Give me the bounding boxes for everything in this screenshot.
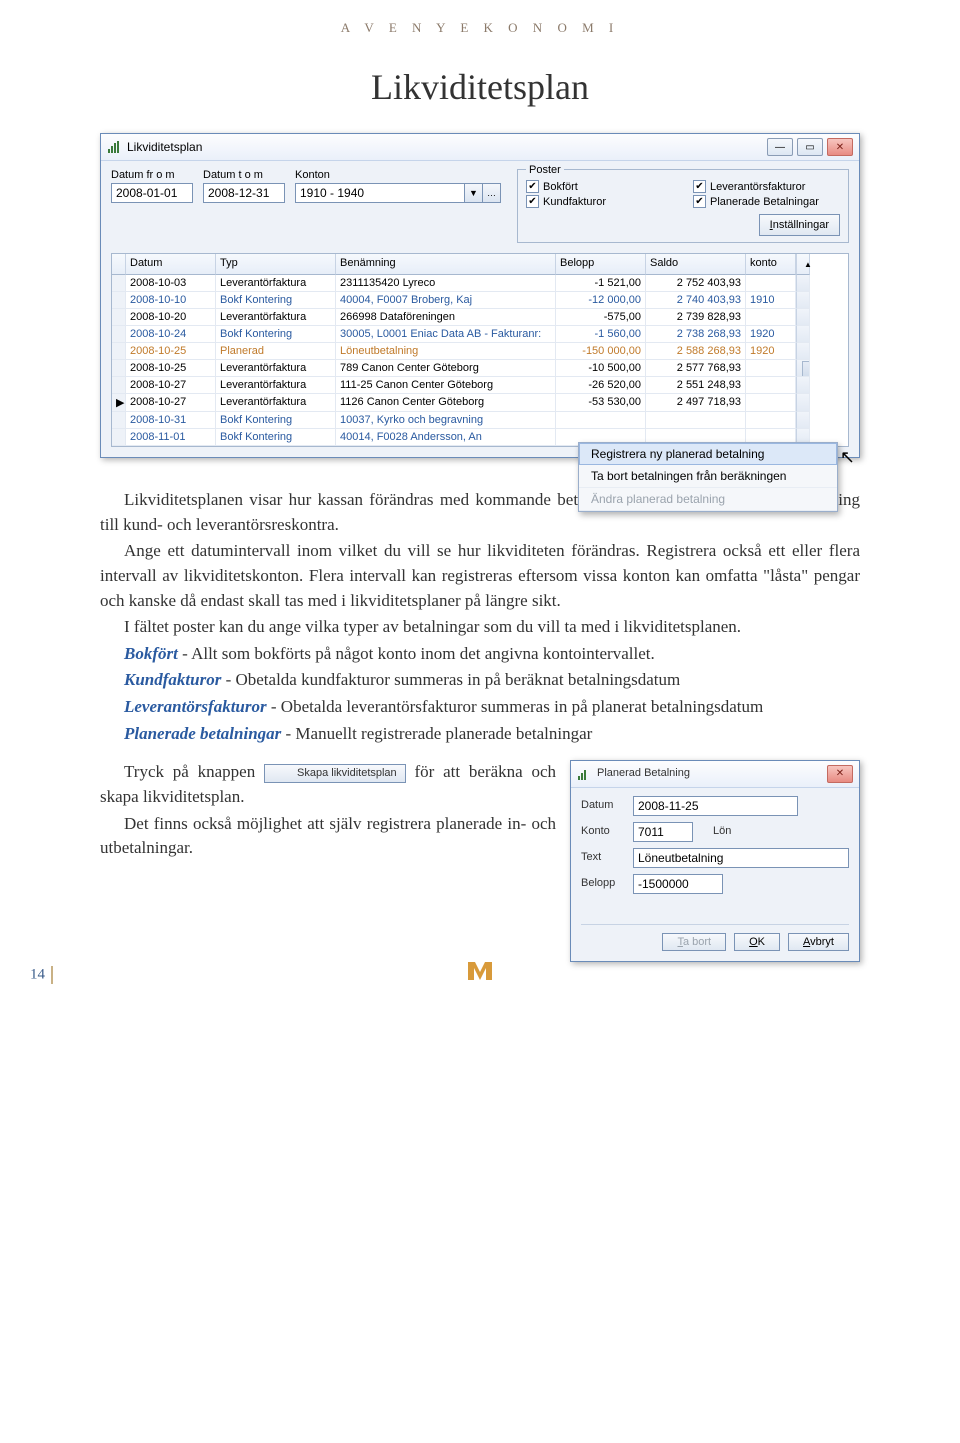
create-plan-button[interactable]: Skapa likviditetsplan — [264, 764, 406, 784]
table-row[interactable]: 2008-10-20Leverantörfaktura266998 Datafö… — [112, 309, 848, 326]
p4a: Tryck på knappen — [124, 762, 264, 781]
col-typ[interactable]: Typ — [216, 254, 336, 275]
para-kund: Kundfakturor - Obetalda kundfakturor sum… — [100, 668, 860, 693]
dialog-title: Planerad Betalning — [597, 766, 690, 782]
check-kundfakturor-label: Kundfakturor — [543, 196, 606, 208]
check-planerade[interactable]: ✔Planerade Betalningar — [693, 195, 840, 208]
table-row[interactable]: 2008-10-24Bokf Kontering30005, L0001 Eni… — [112, 326, 848, 343]
d2-datum-input[interactable] — [633, 796, 798, 816]
konton-label: Konton — [295, 169, 501, 181]
date-to-input[interactable] — [203, 183, 285, 203]
footer-logo-icon — [466, 960, 494, 988]
d2-konto-name: Lön — [713, 824, 731, 840]
para-lev: Leverantörsfakturor - Obetalda leverantö… — [100, 695, 860, 720]
minimize-button[interactable]: — — [767, 138, 793, 156]
txt-plan: - Manuellt registrerade planerade betaln… — [281, 724, 592, 743]
table-row[interactable]: 2008-10-25PlaneradLöneutbetalning-150 00… — [112, 343, 848, 360]
konton-input[interactable] — [295, 183, 465, 203]
table-row[interactable]: 2008-10-25Leverantörfaktura789 Canon Cen… — [112, 360, 848, 377]
likviditetsplan-window: Likviditetsplan — ▭ ✕ Datum fr o m Datum… — [100, 133, 860, 458]
maximize-button[interactable]: ▭ — [797, 138, 823, 156]
para-3: I fältet poster kan du ange vilka typer … — [100, 615, 860, 640]
col-belopp[interactable]: Belopp — [556, 254, 646, 275]
check-leverantor-label: Leverantörsfakturor — [710, 181, 805, 193]
check-bokfort-label: Bokfört — [543, 181, 578, 193]
menu-register-planned[interactable]: Registrera ny planerad betalning — [579, 443, 837, 465]
close-button[interactable]: ✕ — [827, 138, 853, 156]
check-planerade-label: Planerade Betalningar — [710, 196, 819, 208]
table-row[interactable]: 2008-10-27Leverantörfaktura111-25 Canon … — [112, 377, 848, 394]
date-from-input[interactable] — [111, 183, 193, 203]
data-grid: Datum Typ Benämning Belopp Saldo konto ▲… — [111, 253, 849, 447]
menu-remove-payment[interactable]: Ta bort betalningen från beräkningen — [579, 465, 837, 488]
em-kund: Kundfakturor — [124, 670, 221, 689]
col-saldo[interactable]: Saldo — [646, 254, 746, 275]
d2-konto-input[interactable] — [633, 822, 693, 842]
para-plan: Planerade betalningar - Manuellt registr… — [100, 722, 860, 747]
dialog-close-button[interactable]: ✕ — [827, 765, 853, 783]
date-from-label: Datum fr o m — [111, 169, 193, 181]
table-row[interactable]: ▶2008-10-27Leverantörfaktura1126 Canon C… — [112, 394, 848, 412]
para-5: Det finns också möjlighet att själv regi… — [100, 812, 556, 861]
d2-belopp-label: Belopp — [581, 876, 625, 892]
konton-dropdown-icon[interactable]: ▼ — [465, 183, 483, 203]
titlebar: Likviditetsplan — ▭ ✕ — [101, 134, 859, 161]
table-row[interactable]: 2008-10-03Leverantörfaktura2311135420 Ly… — [112, 275, 848, 292]
dialog-icon — [577, 767, 591, 781]
poster-legend: Poster — [526, 164, 564, 176]
page-number: 14 — [30, 966, 59, 984]
para-4: Tryck på knappen Skapa likviditetsplan f… — [100, 760, 556, 809]
txt-kund: - Obetalda kundfakturor summeras in på b… — [221, 670, 680, 689]
d2-avbryt-button[interactable]: Avbryt — [788, 933, 849, 951]
em-bokfort: Bokfört — [124, 644, 178, 663]
d2-ok-button[interactable]: OK — [734, 933, 780, 951]
scroll-up-icon[interactable]: ▲ — [801, 257, 815, 271]
window-title: Likviditetsplan — [127, 140, 202, 154]
date-to-label: Datum t o m — [203, 169, 285, 181]
poster-group: Poster ✔Bokfört ✔Leverantörsfakturor ✔Ku… — [517, 169, 849, 243]
page-title: Likviditetsplan — [100, 66, 860, 108]
d2-text-label: Text — [581, 850, 625, 866]
body-text: Likviditetsplanen visar hur kassan förän… — [100, 488, 860, 962]
konton-browse-button[interactable]: … — [483, 183, 501, 203]
d2-tabort-button: Ta bort — [662, 933, 726, 951]
grid-header: Datum Typ Benämning Belopp Saldo konto ▲ — [112, 254, 848, 275]
d2-konto-label: Konto — [581, 824, 625, 840]
check-kundfakturor[interactable]: ✔Kundfakturor — [526, 195, 673, 208]
d2-datum-label: Datum — [581, 798, 625, 814]
em-lev: Leverantörsfakturor — [124, 697, 267, 716]
txt-bokfort: - Allt som bokförts på något konto inom … — [178, 644, 655, 663]
settings-button[interactable]: IInställningarnställningar — [759, 214, 840, 236]
cursor-icon: ↖ — [840, 447, 855, 468]
col-benamning[interactable]: Benämning — [336, 254, 556, 275]
table-row[interactable]: 2008-10-31Bokf Kontering10037, Kyrko och… — [112, 412, 848, 429]
table-row[interactable]: 2008-10-10Bokf Kontering40004, F0007 Bro… — [112, 292, 848, 309]
planned-payment-dialog: Planerad Betalning ✕ Datum Konto Lön — [570, 760, 860, 962]
check-bokfort[interactable]: ✔Bokfört — [526, 180, 673, 193]
col-datum[interactable]: Datum — [126, 254, 216, 275]
context-menu: Registrera ny planerad betalning Ta bort… — [578, 442, 838, 512]
window-icon — [107, 140, 121, 154]
d2-text-input[interactable] — [633, 848, 849, 868]
col-konto[interactable]: konto — [746, 254, 796, 275]
check-leverantor[interactable]: ✔Leverantörsfakturor — [693, 180, 840, 193]
menu-edit-planned: Ändra planerad betalning — [579, 488, 837, 511]
brand-header: A V E N Y E K O N O M I — [100, 20, 860, 36]
em-plan: Planerade betalningar — [124, 724, 281, 743]
para-2: Ange ett datumintervall inom vilket du v… — [100, 539, 860, 613]
d2-belopp-input[interactable] — [633, 874, 723, 894]
txt-lev: - Obetalda leverantörsfakturor summeras … — [267, 697, 764, 716]
para-bokfort: Bokfört - Allt som bokförts på något kon… — [100, 642, 860, 667]
